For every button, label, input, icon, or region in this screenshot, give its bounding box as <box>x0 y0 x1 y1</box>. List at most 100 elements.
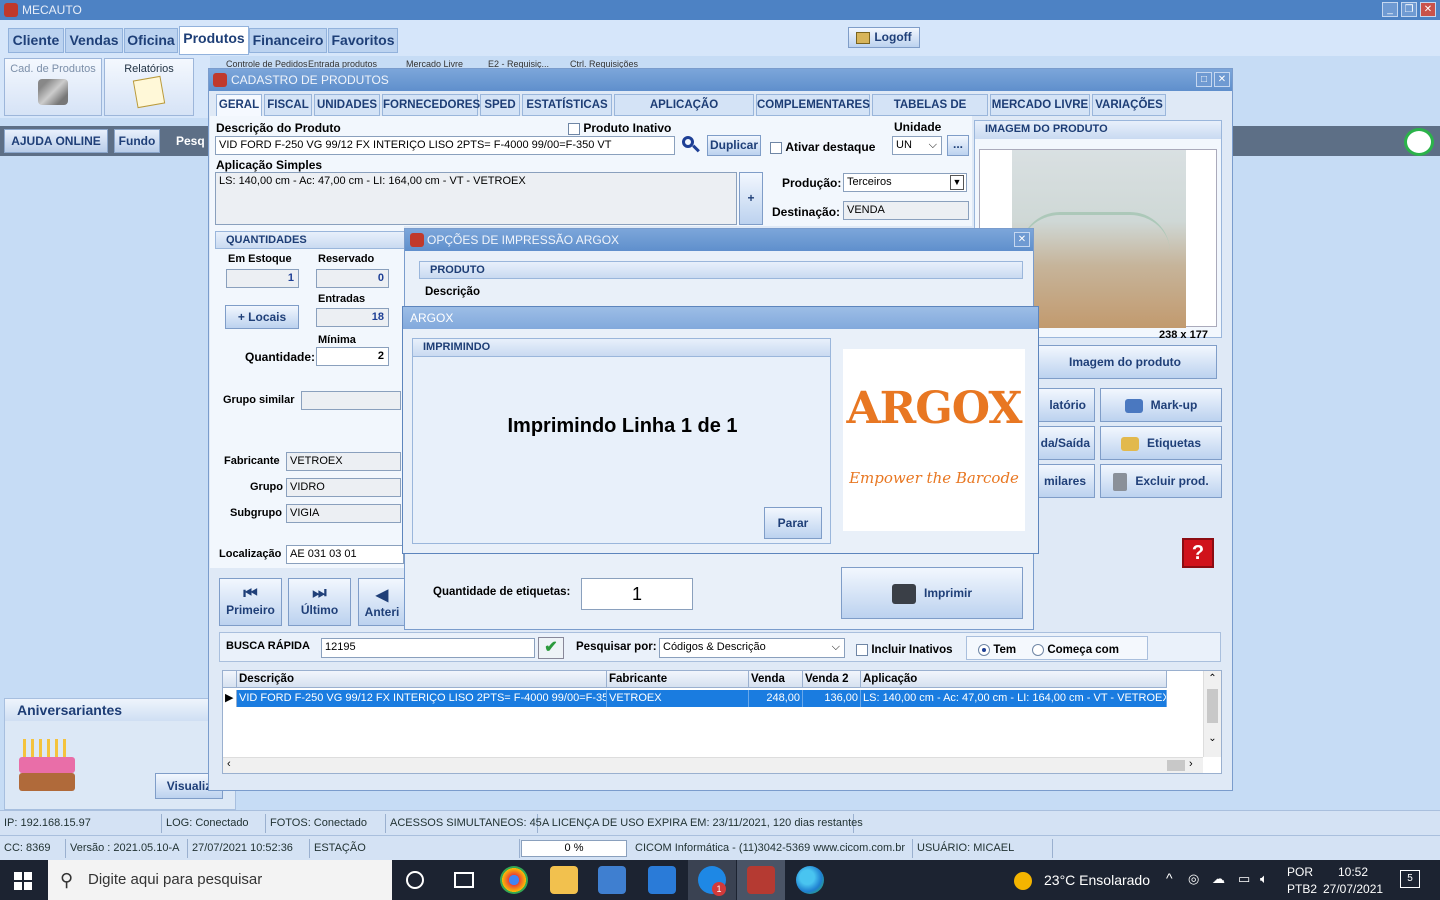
imagem-produto-button[interactable]: Imagem do produto <box>1033 345 1217 379</box>
radio-comeca-com[interactable]: Começa com <box>1032 642 1119 656</box>
radio-tem[interactable]: Tem <box>978 642 1016 656</box>
primeiro-button[interactable]: ⏮ Primeiro <box>219 578 282 626</box>
similares-button[interactable]: milares <box>1033 464 1095 498</box>
argox-options-close-button[interactable]: ✕ <box>1014 232 1030 247</box>
notification-center-icon[interactable]: 5 <box>1400 870 1420 888</box>
grid-vertical-scrollbar[interactable]: ⌃ ⌄ <box>1203 671 1221 757</box>
etiquetas-button[interactable]: Etiquetas <box>1100 426 1222 460</box>
tab-variacoes[interactable]: VARIAÇÕES <box>1092 94 1166 116</box>
taskbar-app-active-2[interactable] <box>737 860 785 900</box>
chrome-icon[interactable] <box>500 866 528 894</box>
cortana-icon[interactable] <box>406 871 424 889</box>
col-aplicacao[interactable]: Aplicação <box>861 671 1167 688</box>
tab-oficina[interactable]: Oficina <box>124 28 178 53</box>
close-button[interactable]: ✕ <box>1420 2 1436 17</box>
edge-icon[interactable] <box>796 866 824 894</box>
aplicacao-field[interactable]: LS: 140,00 cm - Ac: 47,00 cm - LI: 164,0… <box>215 172 737 225</box>
tab-geral[interactable]: GERAL <box>216 94 262 116</box>
scroll-left-icon[interactable]: ‹ <box>227 758 231 770</box>
scroll-down-icon[interactable]: ⌄ <box>1204 731 1221 747</box>
scroll-thumb[interactable] <box>1207 689 1218 723</box>
reservado-field[interactable]: 0 <box>316 269 389 288</box>
pesquisar-por-select[interactable]: Códigos & Descrição ⌵ <box>659 638 845 658</box>
logoff-button[interactable]: Logoff <box>848 27 920 48</box>
tab-aplicacao-especifica[interactable]: APLICAÇÃO ESPECÍFICA <box>614 94 754 131</box>
table-row[interactable]: ▶ VID FORD F-250 VG 99/12 FX INTERIÇO LI… <box>223 690 1205 707</box>
file-explorer-icon[interactable] <box>550 866 578 894</box>
incluir-inativos-checkbox[interactable]: Incluir Inativos <box>856 642 953 656</box>
fabricante-field[interactable]: VETROEX <box>286 452 401 471</box>
lang-primary[interactable]: POR <box>1287 865 1313 879</box>
tab-complementares[interactable]: COMPLEMENTARES <box>756 94 870 116</box>
task-view-icon[interactable] <box>454 872 474 888</box>
col-venda[interactable]: Venda <box>749 671 803 688</box>
clock-time[interactable]: 10:52 <box>1338 865 1368 879</box>
volume-icon[interactable]: 🔈︎ <box>1260 871 1268 887</box>
search-icon[interactable] <box>682 136 700 154</box>
entrada-saida-button[interactable]: da/Saída <box>1033 426 1095 460</box>
markup-button[interactable]: Mark-up <box>1100 388 1222 422</box>
whatsapp-icon[interactable] <box>1404 128 1434 156</box>
restore-button[interactable]: ❐ <box>1401 2 1417 17</box>
locais-button[interactable]: + Locais <box>225 305 299 329</box>
cloud-icon[interactable]: ☁ <box>1212 871 1225 887</box>
cadastro-maximize-button[interactable]: □ <box>1196 72 1212 87</box>
produto-inativo-checkbox[interactable]: Produto Inativo <box>568 121 671 135</box>
grupo-similar-field[interactable] <box>301 391 401 410</box>
lang-secondary[interactable]: PTB2 <box>1287 882 1317 896</box>
entradas-field[interactable]: 18 <box>316 308 389 327</box>
store-icon[interactable] <box>598 866 626 894</box>
minimize-button[interactable]: _ <box>1382 2 1398 17</box>
destinacao-field[interactable]: VENDA <box>843 201 969 220</box>
hscroll-thumb[interactable] <box>1167 760 1185 771</box>
relatorios-button[interactable]: Relatórios <box>104 58 194 116</box>
taskbar-search-input[interactable]: ⚲ Digite aqui para pesquisar <box>48 860 392 900</box>
fundo-button[interactable]: Fundo <box>114 129 160 153</box>
confirm-check-icon[interactable]: ✔ <box>538 637 564 659</box>
windows-start-icon[interactable] <box>14 872 32 890</box>
unidade-more-button[interactable]: ... <box>947 135 969 156</box>
imprimir-button[interactable]: Imprimir <box>841 567 1023 619</box>
tab-estatisticas[interactable]: ESTATÍSTICAS <box>522 94 612 116</box>
help-icon[interactable]: ? <box>1182 538 1214 568</box>
tab-produtos[interactable]: Produtos <box>179 26 249 55</box>
weather-text[interactable]: 23°C Ensolarado <box>1044 872 1150 888</box>
network-icon[interactable]: ▭ <box>1238 871 1250 887</box>
busca-input[interactable]: 12195 <box>321 638 535 658</box>
taskbar-app-active-1[interactable]: 1 <box>688 860 736 900</box>
aplicacao-add-button[interactable]: + <box>739 172 763 225</box>
tab-unidades[interactable]: UNIDADES <box>314 94 380 116</box>
producao-select[interactable]: Terceiros ▼ <box>843 173 967 192</box>
tab-fornecedores[interactable]: FORNECEDORES <box>382 94 480 116</box>
em-estoque-field[interactable]: 1 <box>226 269 299 288</box>
grid-horizontal-scrollbar[interactable]: ‹ › <box>223 757 1203 773</box>
camera-icon[interactable]: ◎ <box>1188 871 1199 887</box>
col-fabricante[interactable]: Fabricante <box>607 671 749 688</box>
subgrupo-field[interactable]: VIGIA <box>286 504 401 523</box>
tab-financeiro[interactable]: Financeiro <box>249 28 327 53</box>
duplicar-button[interactable]: Duplicar <box>707 135 761 156</box>
mail-icon[interactable] <box>648 866 676 894</box>
clock-date[interactable]: 27/07/2021 <box>1323 882 1383 896</box>
ajuda-online-button[interactable]: AJUDA ONLINE <box>4 129 108 153</box>
tab-fiscal[interactable]: FISCAL <box>264 94 312 116</box>
tab-cliente[interactable]: Cliente <box>8 28 64 53</box>
col-venda2[interactable]: Venda 2 <box>803 671 861 688</box>
cad-produtos-button[interactable]: Cad. de Produtos <box>4 58 102 116</box>
tab-favoritos[interactable]: Favoritos <box>328 28 398 53</box>
chevron-up-icon[interactable]: ^ <box>1166 870 1173 886</box>
anterior-button[interactable]: ◀ Anteri <box>358 578 406 626</box>
localizacao-field[interactable]: AE 031 03 01 <box>286 545 404 564</box>
minima-quantidade-field[interactable]: 2 <box>316 347 389 366</box>
unidade-select[interactable]: UN ⌵ <box>892 136 942 155</box>
parar-button[interactable]: Parar <box>764 507 822 539</box>
col-descricao[interactable]: Descrição <box>237 671 607 688</box>
ativar-destaque-checkbox[interactable]: Ativar destaque <box>770 140 875 154</box>
tab-sped[interactable]: SPED <box>480 94 520 116</box>
scroll-up-icon[interactable]: ⌃ <box>1204 671 1221 687</box>
grupo-field[interactable]: VIDRO <box>286 478 401 497</box>
qtd-etiquetas-input[interactable]: 1 <box>581 578 693 610</box>
cadastro-close-button[interactable]: ✕ <box>1214 72 1230 87</box>
tab-mercado-livre[interactable]: MERCADO LIVRE <box>990 94 1090 116</box>
tab-vendas[interactable]: Vendas <box>65 28 123 53</box>
